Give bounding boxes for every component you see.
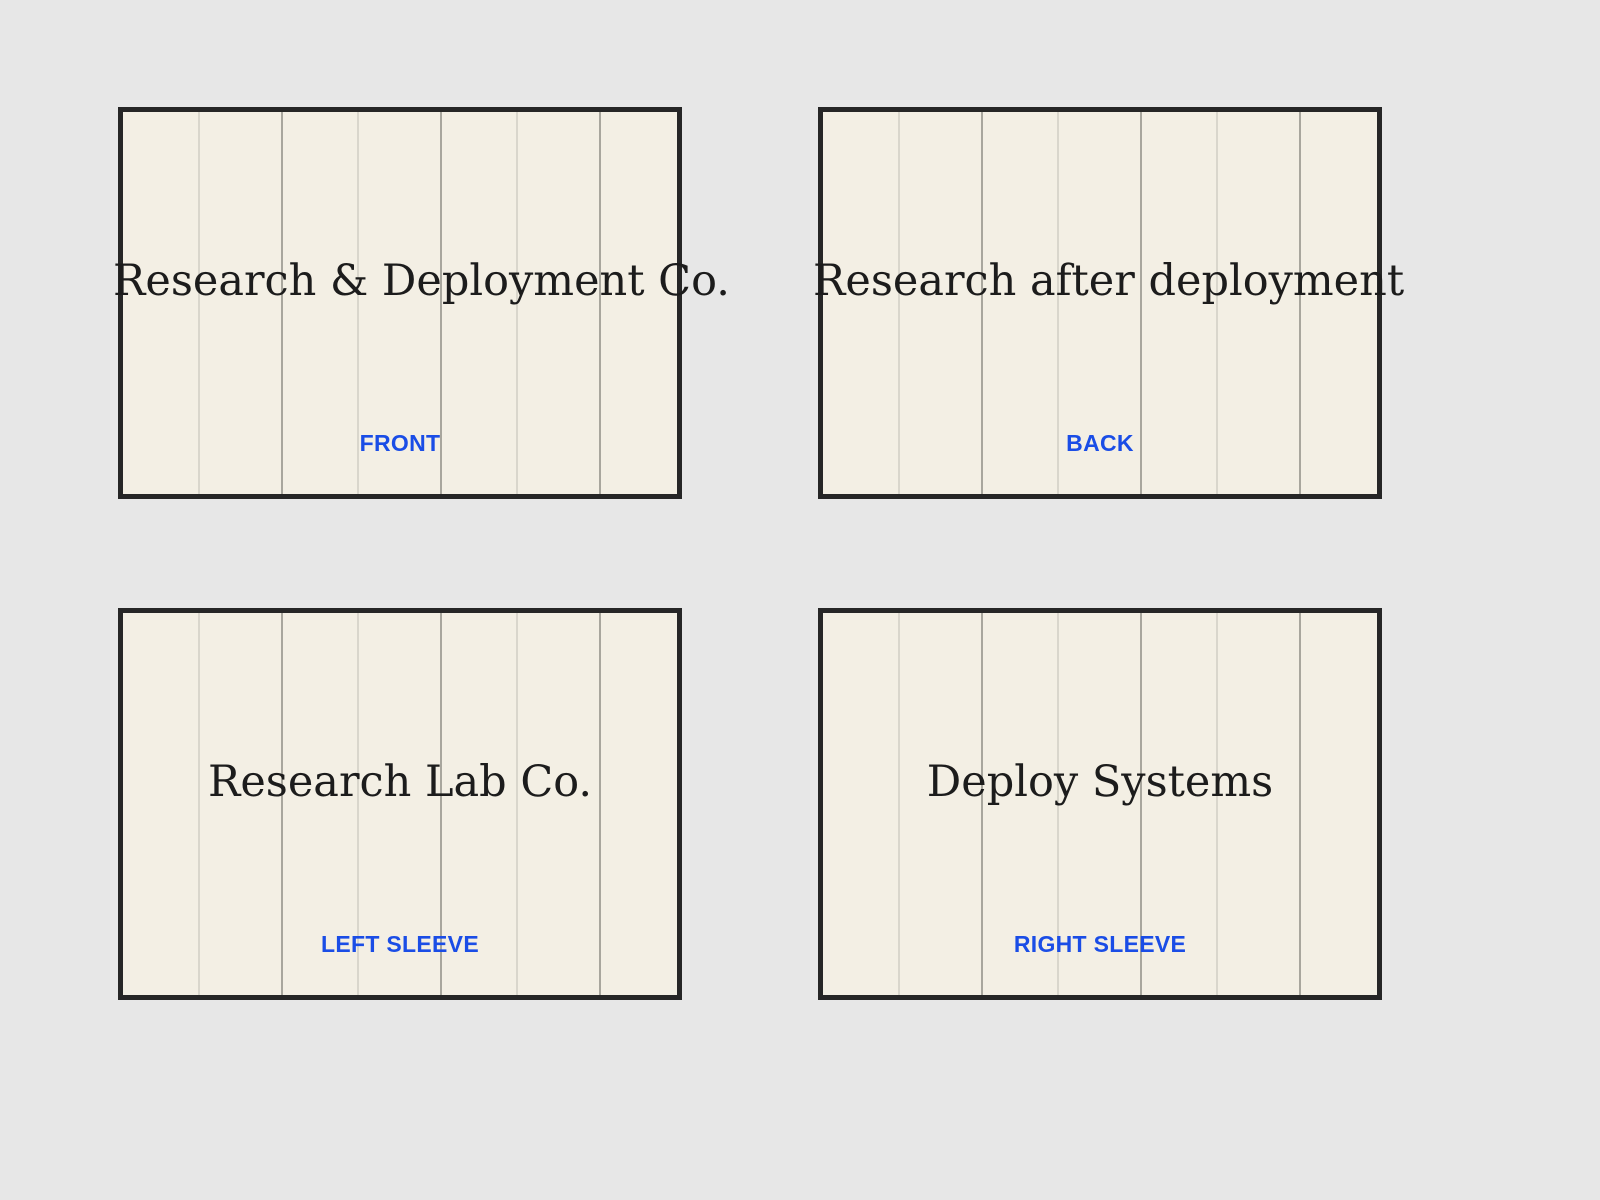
right-sleeve-text: Deploy Systems <box>926 757 1274 807</box>
back-panel: Research after deployment BACK <box>813 107 1404 499</box>
design-sheet: Research & Deployment Co. FRONT Research… <box>0 0 1600 1200</box>
front-text: Research & Deployment Co. <box>113 256 730 306</box>
left-sleeve-label: LEFT SLEEVE <box>321 931 479 957</box>
back-text: Research after deployment <box>813 256 1405 306</box>
right-sleeve-panel: Deploy Systems RIGHT SLEEVE <box>818 608 1382 1000</box>
right-sleeve-label: RIGHT SLEEVE <box>1013 931 1187 957</box>
front-panel: Research & Deployment Co. FRONT <box>113 107 730 499</box>
left-sleeve-text: Research Lab Co. <box>207 757 593 807</box>
back-label: BACK <box>1066 430 1134 456</box>
front-label: FRONT <box>359 430 441 456</box>
left-sleeve-panel: Research Lab Co. LEFT SLEEVE <box>118 608 682 1000</box>
